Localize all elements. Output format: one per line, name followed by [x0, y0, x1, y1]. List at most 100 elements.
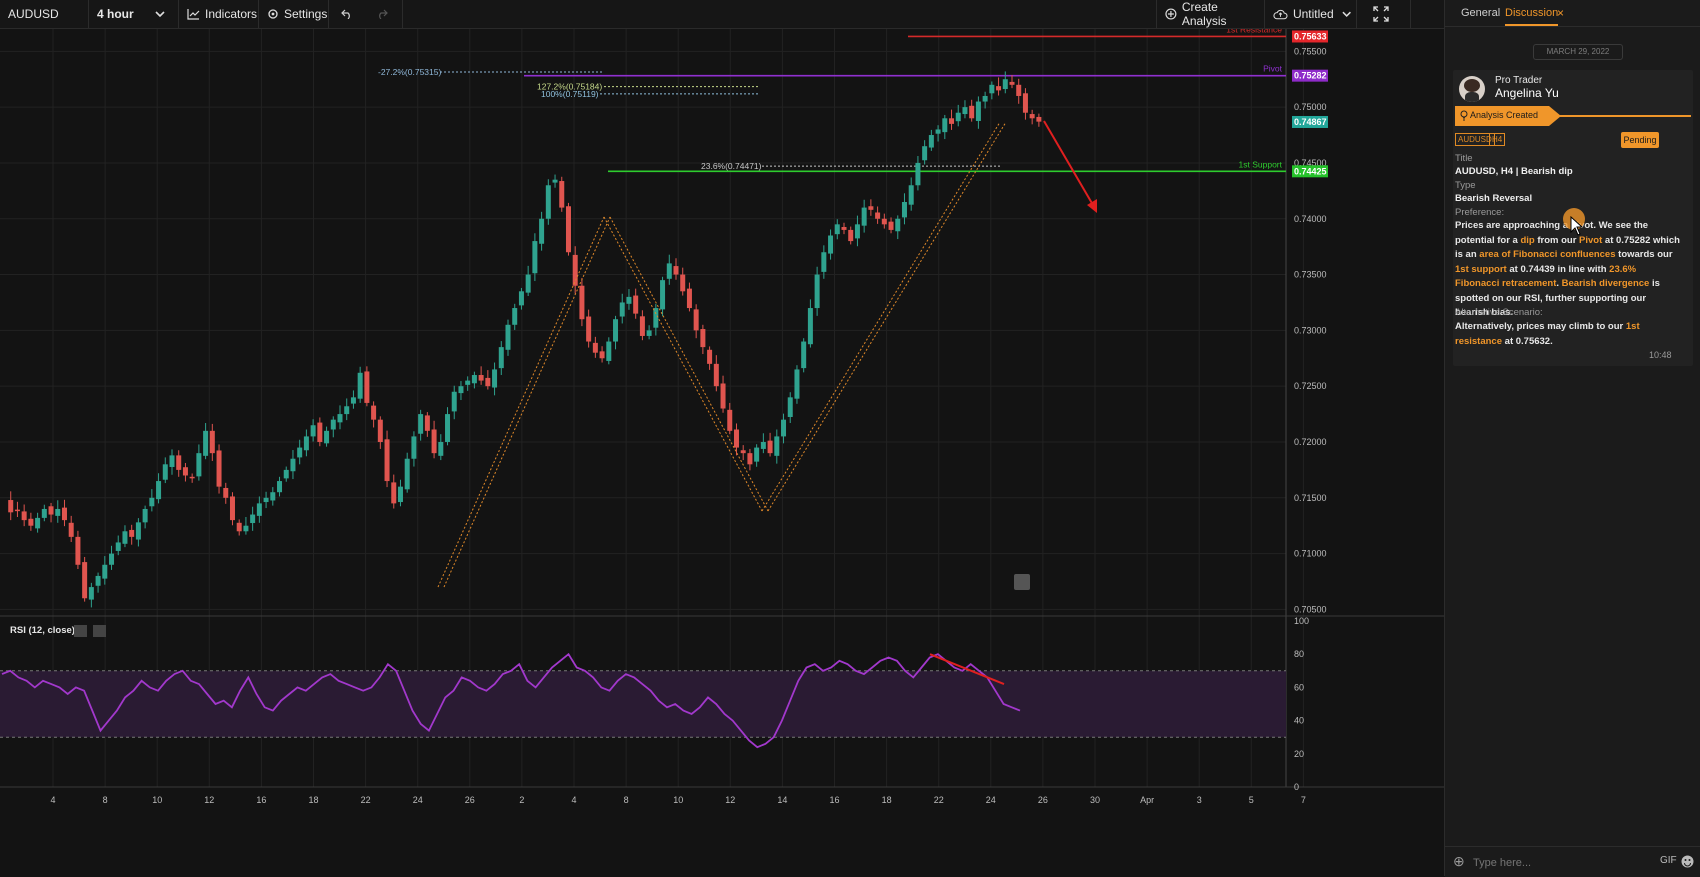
fib-level-label: 23.6%(0.74471) — [701, 161, 762, 171]
candle-body — [485, 377, 491, 387]
candle-body — [203, 430, 209, 456]
indicators-button[interactable]: Indicators — [179, 0, 259, 28]
lightbulb-icon — [1460, 110, 1468, 121]
candle-body — [404, 458, 410, 490]
price-axis-label: 0.75500 — [1294, 46, 1327, 56]
candle-body — [28, 518, 34, 526]
rsi-axis-label: 20 — [1294, 749, 1304, 759]
candle-body — [740, 450, 746, 454]
gif-button[interactable]: GIF — [1660, 855, 1677, 866]
time-axis-label: 5 — [1249, 795, 1254, 805]
candle-body — [364, 371, 370, 403]
time-axis-label: 12 — [725, 795, 735, 805]
candle-body — [908, 185, 914, 205]
fullscreen-button[interactable] — [1357, 0, 1411, 28]
candle-body — [21, 511, 27, 521]
pending-button[interactable]: Pending — [1621, 132, 1659, 148]
candle-body — [330, 419, 336, 430]
candle-body — [68, 522, 74, 537]
candle-body — [458, 386, 464, 394]
time-axis-label: 4 — [50, 795, 55, 805]
time-axis-label: 14 — [777, 795, 787, 805]
symbol-selector[interactable]: AUDUSD — [0, 0, 89, 28]
level-label: Pivot — [1263, 64, 1283, 74]
candle-body — [438, 441, 444, 456]
rsi-axis-label: 60 — [1294, 682, 1304, 692]
candle-body — [82, 562, 88, 599]
candle-body — [975, 101, 981, 121]
title-label: Title — [1455, 153, 1473, 164]
mouse-pointer-icon — [1570, 216, 1584, 236]
candle-body — [949, 118, 955, 124]
candle-body — [290, 458, 296, 472]
candle-body — [653, 308, 659, 328]
candle-body — [377, 419, 383, 442]
candle-body — [626, 296, 632, 304]
message-input[interactable] — [1471, 854, 1625, 872]
timeframe-tag: H4 — [1489, 133, 1506, 146]
candle-body — [492, 369, 498, 388]
price-axis-label: 0.71000 — [1294, 549, 1327, 559]
candle-body — [270, 492, 276, 501]
time-axis-label: 24 — [986, 795, 996, 805]
time-axis-label: 7 — [1301, 795, 1306, 805]
candle-body — [639, 316, 645, 336]
layout-selector[interactable]: Untitled — [1265, 0, 1357, 28]
candle-body — [1016, 84, 1022, 96]
settings-label: Settings — [284, 7, 328, 21]
candle-body — [525, 274, 531, 293]
time-axis-label: 4 — [571, 795, 576, 805]
tab-general[interactable]: General — [1461, 7, 1500, 19]
candle-body — [821, 252, 827, 272]
candle-body — [962, 107, 968, 115]
time-axis-label: 24 — [413, 795, 423, 805]
time-axis-label: 12 — [204, 795, 214, 805]
candle-body — [142, 508, 148, 523]
create-analysis-label: Create Analysis — [1181, 0, 1227, 28]
add-icon[interactable]: ⊕ — [1453, 853, 1465, 870]
rsi-delete-icon — [93, 625, 106, 637]
candle-body — [660, 280, 666, 310]
title-value: AUDUSD, H4 | Bearish dip — [1455, 166, 1573, 177]
rsi-label: RSI (12, close) — [10, 625, 75, 636]
candle-body — [256, 503, 262, 516]
candle-body — [250, 514, 256, 524]
candle-body — [928, 135, 934, 148]
candle-body — [88, 587, 94, 600]
time-axis-label: 18 — [882, 795, 892, 805]
candle-body — [169, 455, 175, 467]
redo-icon[interactable] — [376, 9, 388, 19]
candle-body — [532, 241, 538, 274]
candle-body — [868, 206, 874, 210]
tab-discussion[interactable]: Discussion — [1505, 7, 1559, 26]
price-axis-label: 0.72500 — [1294, 381, 1327, 391]
timeframe-selector[interactable]: 4 hour — [89, 0, 179, 28]
settings-button[interactable]: Settings — [259, 0, 329, 28]
candle-body — [223, 487, 229, 498]
candle-body — [303, 436, 309, 451]
undo-icon[interactable] — [341, 9, 353, 19]
candle-body — [162, 464, 168, 480]
alt-scenario-label: Alternative Scenario: — [1455, 307, 1543, 318]
candle-body — [48, 506, 54, 515]
create-analysis-button[interactable]: Create Analysis — [1156, 0, 1265, 28]
price-axis-label: 0.75000 — [1294, 102, 1327, 112]
candle-body — [747, 453, 753, 465]
candle-body — [478, 375, 484, 381]
emoji-icon[interactable] — [1681, 855, 1694, 868]
chart-area[interactable]: 0.75500 0.75000 0.74500 0.74000 0.73500 0.730… — [0, 29, 1444, 876]
price-chart[interactable]: 0.755000.750000.745000.740000.735000.730… — [0, 29, 1444, 876]
candle-body — [841, 227, 847, 230]
time-axis-label: 18 — [308, 795, 318, 805]
close-tab-icon[interactable]: × — [1557, 6, 1564, 20]
message-input-bar: ⊕ GIF — [1445, 846, 1700, 877]
author-name: Angelina Yu — [1495, 86, 1559, 100]
candle-body — [209, 430, 215, 454]
candle-body — [787, 397, 793, 417]
candle-body — [498, 347, 504, 369]
fullscreen-icon — [1373, 6, 1389, 22]
fib-level-label: 100%(0.75119) — [541, 89, 599, 99]
candle-body — [572, 254, 578, 286]
type-value: Bearish Reversal — [1455, 193, 1533, 204]
candle-body — [95, 575, 101, 586]
